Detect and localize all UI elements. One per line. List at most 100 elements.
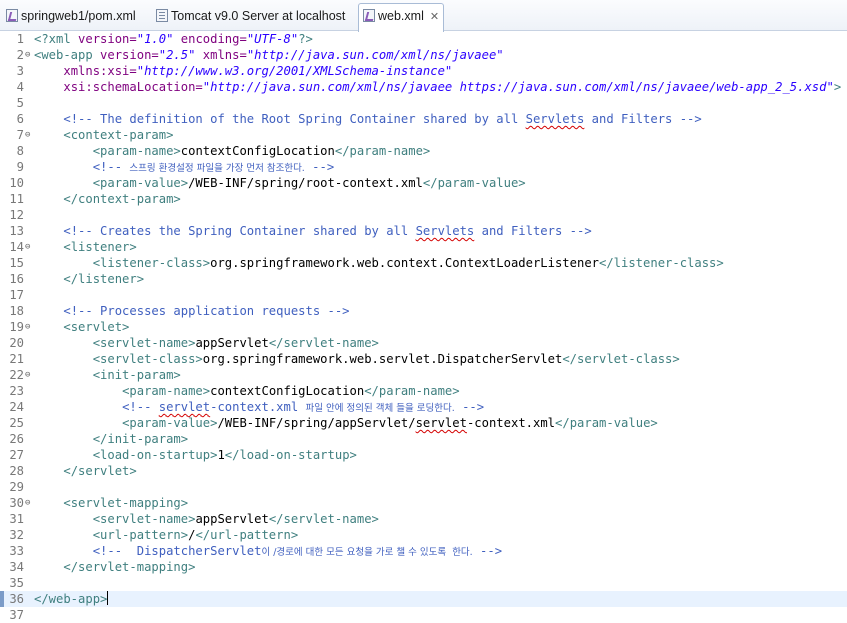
token-tag: <servlet-mapping> (63, 496, 189, 510)
code-text: xmlns:xsi="http://www.w3.org/2001/XMLSch… (34, 63, 452, 79)
code-line[interactable]: 7 ⊖ <context-param> (0, 127, 847, 143)
code-line[interactable]: 9 <!-- 스프링 환경설정 파일을 가장 먼저 참조한다. --> (0, 159, 847, 175)
code-line[interactable]: 21 <servlet-class>org.springframework.we… (0, 351, 847, 367)
code-line[interactable]: 6 <!-- The definition of the Root Spring… (0, 111, 847, 127)
code-line[interactable]: 28 </servlet> (0, 463, 847, 479)
token-text: /WEB-INF/spring/root-context.xml (188, 176, 423, 190)
code-line[interactable]: 22 ⊖ <init-param> (0, 367, 847, 383)
fold-collapse-icon[interactable]: ⊖ (25, 495, 33, 511)
code-line[interactable]: 32 <url-pattern>/</url-pattern> (0, 527, 847, 543)
code-line[interactable]: 2 ⊖ <web-app version="2.5" xmlns="http://j… (0, 47, 847, 63)
code-line[interactable]: 36 </web-app> (0, 591, 847, 607)
tab-tomcat-server[interactable]: Tomcat v9.0 Server at localhost (152, 4, 345, 31)
line-number: 12 (9, 208, 24, 222)
fold-collapse-icon[interactable]: ⊖ (25, 239, 33, 255)
line-number: 11 (9, 192, 24, 206)
token-com: <!-- Creates the Spring Container shared… (63, 224, 416, 238)
token-tag: <param-name> (92, 144, 181, 158)
code-line[interactable]: 18 <!-- Processes application requests -… (0, 303, 847, 319)
code-text: <context-param> (34, 127, 173, 143)
code-line[interactable]: 27 <load-on-startup>1</load-on-startup> (0, 447, 847, 463)
token-tag: <param-value> (92, 176, 189, 190)
line-number: 4 (16, 80, 24, 94)
code-line[interactable]: 29 (0, 479, 847, 495)
fold-collapse-icon[interactable]: ⊖ (25, 47, 33, 63)
code-line[interactable]: 3 xmlns:xsi="http://www.w3.org/2001/XMLS… (0, 63, 847, 79)
line-number: 7 (16, 128, 24, 142)
line-number: 29 (9, 480, 24, 494)
code-line[interactable]: 14 ⊖ <listener> (0, 239, 847, 255)
code-line[interactable]: 11 </context-param> (0, 191, 847, 207)
token-val: "http://www.w3.org/2001/XMLSchema-instan… (136, 64, 453, 78)
code-text: <param-name>contextConfigLocation</param… (34, 143, 431, 159)
code-text: <servlet-name>appServlet</servlet-name> (34, 335, 379, 351)
token-val: "1.0" (136, 32, 174, 46)
code-line[interactable]: 15 <listener-class>org.springframework.w… (0, 255, 847, 271)
token-tag: </listener-class> (599, 256, 724, 270)
fold-collapse-icon[interactable]: ⊖ (25, 367, 33, 383)
code-line[interactable]: 1 <?xml version="1.0" encoding="UTF-8"?> (0, 31, 847, 47)
token-tag: </param-name> (334, 144, 431, 158)
token-textsq: servlet (415, 416, 467, 430)
close-icon[interactable]: ✕ (430, 11, 439, 23)
code-text: <init-param> (34, 367, 181, 383)
code-line[interactable]: 5 (0, 95, 847, 111)
line-number: 27 (9, 448, 24, 462)
token-comko: 스프링 환경설정 파일을 가장 먼저 참조한다. (129, 163, 305, 174)
token-attr: xmlns:xsi= (63, 64, 137, 78)
xml-file-icon (363, 9, 375, 22)
token-com: --> (454, 400, 485, 414)
code-line[interactable]: 13 <!-- Creates the Spring Container sha… (0, 223, 847, 239)
token-tag: <listener> (63, 240, 137, 254)
token-text: org.springframework.web.context.ContextL… (210, 256, 599, 270)
token-tag: <servlet> (63, 320, 130, 334)
code-line[interactable]: 10 <param-value>/WEB-INF/spring/root-con… (0, 175, 847, 191)
code-line[interactable]: 24 <!-- servlet-context.xml 파일 안에 정의된 객체… (0, 399, 847, 415)
line-number: 31 (9, 512, 24, 526)
code-line[interactable]: 26 </init-param> (0, 431, 847, 447)
code-text: xsi:schemaLocation="http://java.sun.com/… (34, 79, 841, 95)
code-line[interactable]: 25 <param-value>/WEB-INF/spring/appServl… (0, 415, 847, 431)
code-text: <servlet-mapping> (34, 495, 188, 511)
code-line[interactable]: 35 (0, 575, 847, 591)
line-number: 20 (9, 336, 24, 350)
code-line[interactable]: 17 (0, 287, 847, 303)
xml-source-editor[interactable]: 1 <?xml version="1.0" encoding="UTF-8"?> 2… (0, 31, 847, 622)
code-line[interactable]: 12 (0, 207, 847, 223)
code-line[interactable]: 8 <param-name>contextConfigLocation</par… (0, 143, 847, 159)
token-pi: <?xml (34, 32, 79, 46)
token-tag: </context-param> (63, 192, 181, 206)
code-text: <listener> (34, 239, 137, 255)
code-line[interactable]: 19 ⊖ <servlet> (0, 319, 847, 335)
token-com: <!-- (92, 160, 130, 174)
code-line[interactable]: 30 ⊖ <servlet-mapping> (0, 495, 847, 511)
code-line[interactable]: 33 <!-- DispatcherServlet이 /경로에 대한 모든 요청… (0, 543, 847, 559)
code-text: </servlet> (34, 463, 136, 479)
line-number: 10 (9, 176, 24, 190)
tab-web-xml[interactable]: web.xml ✕ (358, 3, 444, 32)
code-line[interactable]: 23 <param-name>contextConfigLocation</pa… (0, 383, 847, 399)
token-tag: </servlet-name> (268, 512, 379, 526)
code-line[interactable]: 34 </servlet-mapping> (0, 559, 847, 575)
token-tag: <servlet-name> (92, 336, 196, 350)
token-tag: </param-value> (555, 416, 658, 430)
token-tag: </param-name> (364, 384, 460, 398)
code-text: <param-value>/WEB-INF/spring/root-contex… (34, 175, 526, 191)
fold-collapse-icon[interactable]: ⊖ (25, 127, 33, 143)
token-tag: </load-on-startup> (224, 448, 357, 462)
token-com: and Filters --> (474, 224, 592, 238)
code-line[interactable]: 16 </listener> (0, 271, 847, 287)
token-val: "http://java.sun.com/xml/ns/javaee" (246, 48, 504, 62)
token-com: <!-- DispatcherServlet (92, 544, 262, 558)
code-line[interactable]: 20 <servlet-name>appServlet</servlet-nam… (0, 335, 847, 351)
current-line-marker (0, 591, 4, 607)
code-line[interactable]: 31 <servlet-name>appServlet</servlet-nam… (0, 511, 847, 527)
token-comsq: servlet (158, 400, 211, 414)
code-line[interactable]: 37 (0, 607, 847, 623)
code-line[interactable]: 4 xsi:schemaLocation="http://java.sun.co… (0, 79, 847, 95)
code-text: <servlet-name>appServlet</servlet-name> (34, 511, 379, 527)
tab-pom-xml[interactable]: springweb1/pom.xml (2, 4, 136, 31)
fold-collapse-icon[interactable]: ⊖ (25, 319, 33, 335)
code-text: <load-on-startup>1</load-on-startup> (34, 447, 357, 463)
token-tag (195, 48, 202, 62)
